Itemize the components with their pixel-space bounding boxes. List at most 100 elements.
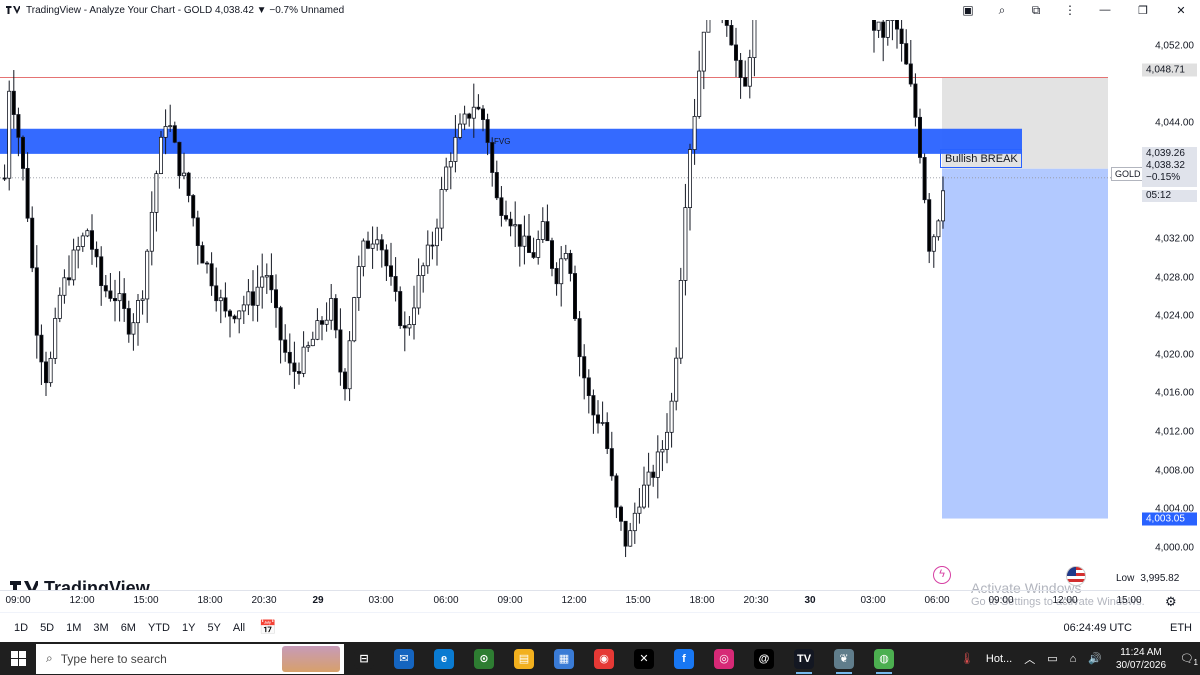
minimize-icon[interactable]: — [1086,0,1124,20]
range-ytd-button[interactable]: YTD [142,622,176,634]
taskbar-edge-button[interactable]: e [424,642,464,675]
extension-icon[interactable]: ⧉ [1028,2,1044,18]
windows-logo-icon [10,651,26,666]
taskbar-mail-button[interactable]: ✉ [384,642,424,675]
session-toggle[interactable]: ETH [1170,622,1192,634]
taskbar-facebook-button[interactable]: f [664,642,704,675]
chart-settings-icon[interactable]: ⚙ [1165,594,1177,610]
time-label: 15:00 [625,595,651,606]
bullish-candle [324,319,329,325]
chart-canvas[interactable]: FVG Bullish BREAK TradingView [0,20,1140,590]
bullish-candle [678,280,683,359]
last-price-tag: 4,039.26 4,038.32 −0.15% [1142,147,1197,187]
bearish-candle [379,239,384,251]
bearish-candle [296,371,301,374]
bullish-candle [448,161,453,168]
bearish-candle [94,248,99,258]
bearish-candle [881,21,886,38]
bearish-candle [338,329,343,373]
price-axis[interactable]: 4,052.00 4,044.00 4,032.00 4,028.00 4,024.00… [1140,20,1200,590]
battery-icon[interactable]: ▭ [1041,652,1063,665]
bullish-candle [62,277,67,296]
taskbar-search[interactable]: ⌕ Type here to search [36,643,344,674]
date-range-bar: 1D 5D 1M 3M 6M YTD 1Y 5Y All 📅 06:24:49 UTC ETH [0,612,1200,642]
bearish-candle [186,172,191,196]
bullish-candle [936,220,941,238]
bearish-candle [16,114,21,138]
bullish-candle [513,224,518,227]
price-label: 4,052.00 [1155,40,1194,52]
taskbar-store-button[interactable]: ▦ [544,642,584,675]
bullish-candle [890,20,895,21]
lightning-icon[interactable]: ϟ [933,566,951,584]
weather-text[interactable]: Hot... [980,653,1018,665]
time-label: 03:00 [860,595,886,606]
last-change: −0.15% [1146,172,1181,183]
range-1y-button[interactable]: 1Y [176,622,201,634]
taskbar-app-globe-button[interactable]: ◍ [864,642,904,675]
taskbar-chrome-button[interactable]: ◉ [584,642,624,675]
bearish-candle [573,273,578,319]
bearish-candle [554,268,559,285]
chevron-up-icon[interactable]: ︿ [1018,651,1041,667]
bearish-candle [485,119,490,143]
calendar-icon[interactable]: 📅 [259,619,276,636]
range-6m-button[interactable]: 6M [115,622,142,634]
close-icon[interactable]: ✕ [1162,0,1200,20]
bearish-candle [384,249,389,267]
bullish-candle [444,166,449,190]
range-5y-button[interactable]: 5Y [201,622,226,634]
taskbar-chrome-badge-button[interactable]: ⊙ [464,642,504,675]
taskbar-instagram-button[interactable]: ◎ [704,642,744,675]
bullish-candle [85,230,90,237]
taskbar-x-button[interactable]: ✕ [624,642,664,675]
volume-icon[interactable]: 🔊 [1082,652,1108,665]
bullish-candle [149,211,154,252]
bearish-candle [191,195,196,219]
price-label: 4,016.00 [1155,387,1194,399]
taskbar-file-explorer-button[interactable]: ▤ [504,642,544,675]
bullish-candle [462,113,467,125]
thermometer-icon[interactable]: 🌡 [954,652,980,665]
bearish-candle [227,310,232,317]
range-5d-button[interactable]: 5D [34,622,60,634]
bearish-candle [319,320,324,325]
bearish-candle [388,265,393,277]
bullish-candle [218,297,223,302]
bearish-candle [596,414,601,424]
taskbar-threads-button[interactable]: @ [744,642,784,675]
save-icon[interactable]: ▣ [960,2,976,18]
range-3m-button[interactable]: 3M [87,622,114,634]
time-label: 18:00 [689,595,715,606]
range-1m-button[interactable]: 1M [60,622,87,634]
notification-icon[interactable]: 🗨 1 [1174,652,1200,667]
mail-icon: ✉ [394,648,414,669]
bearish-candle [2,177,7,180]
bearish-candle [582,356,587,379]
bullish-candle [117,293,122,302]
bullish-candle [135,300,140,324]
start-button[interactable] [0,642,36,675]
bearish-candle [577,318,582,358]
menu-icon[interactable]: ⋮ [1062,2,1078,18]
bearish-candle [899,28,904,44]
bearish-candle [287,351,292,364]
bearish-candle [550,240,555,269]
taskbar-task-view-button[interactable]: ⊟ [344,642,384,675]
network-icon[interactable]: ⌂ [1064,653,1083,665]
tradingview-icon: TV [794,648,814,669]
maximize-icon[interactable]: ❐ [1124,0,1162,20]
bullish-candle [425,244,430,267]
candlestick-chart[interactable] [0,20,1140,590]
range-all-button[interactable]: All [227,622,251,634]
bullish-candle [356,266,361,298]
zoom-icon[interactable]: ⌕ [994,2,1010,18]
time-axis[interactable]: ⚙ 09:00 12:00 15:00 18:00 20:30 29 03:00 06:00 0… [0,590,1200,612]
range-1d-button[interactable]: 1D [8,622,34,634]
taskbar-app-bird-button[interactable]: ❦ [824,642,864,675]
bullish-break-annotation[interactable]: Bullish BREAK [940,149,1022,168]
clock-date[interactable]: 11:24 AM 30/07/2026 [1108,646,1174,672]
bullish-candle [683,207,688,281]
taskbar-tradingview-button[interactable]: TV [784,642,824,675]
utc-clock[interactable]: 06:24:49 UTC [1064,622,1132,634]
